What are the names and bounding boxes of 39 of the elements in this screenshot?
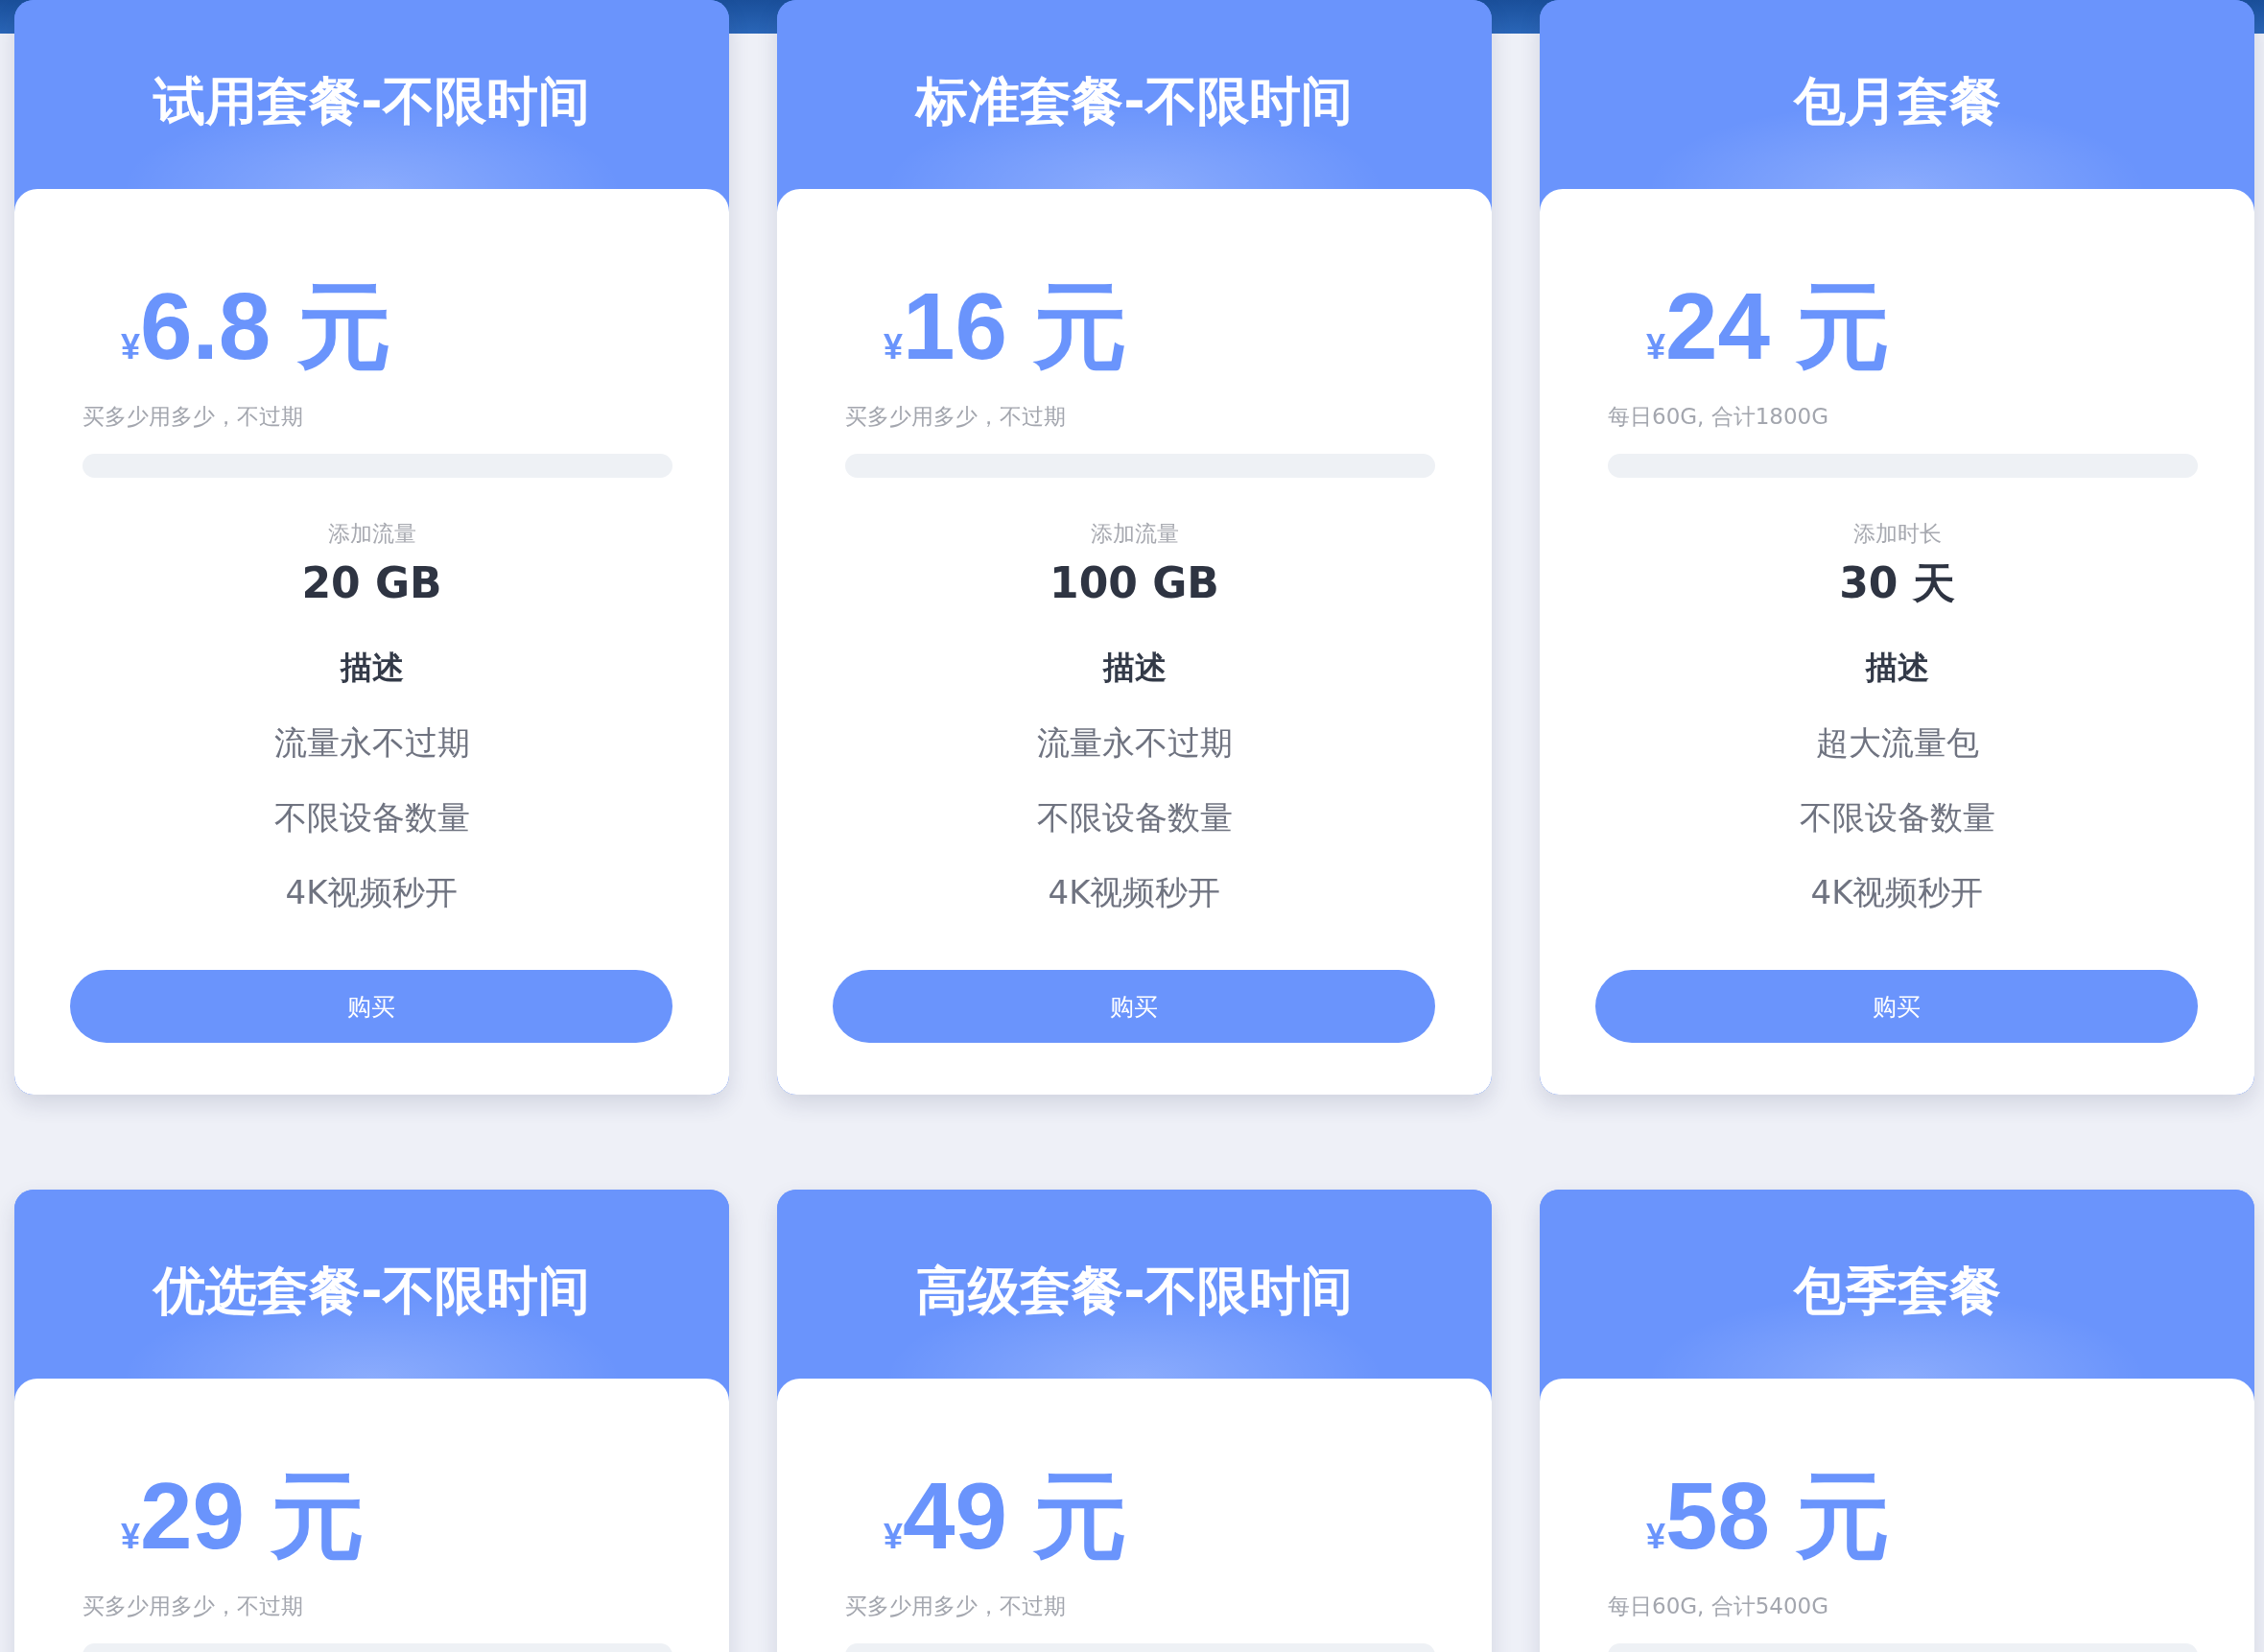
plan-title: 包季套餐 xyxy=(1793,1260,2001,1323)
plan-title: 包月套餐 xyxy=(1793,70,2001,133)
feature-text: 4K视频秒开 xyxy=(1810,872,1984,913)
plan-title: 高级套餐-不限时间 xyxy=(916,1260,1353,1323)
quota-value: 20 GB xyxy=(301,557,442,609)
description-heading: 描述 xyxy=(1865,648,1929,688)
plan-note: 买多少用多少，不过期 xyxy=(845,403,1066,431)
quota-label: 添加流量 xyxy=(1090,520,1179,548)
plan-note: 买多少用多少，不过期 xyxy=(83,1593,303,1620)
plan-title: 试用套餐-不限时间 xyxy=(153,70,590,133)
plan-title: 标准套餐-不限时间 xyxy=(916,70,1353,133)
feature-text: 不限设备数量 xyxy=(1036,797,1233,838)
quota-value: 100 GB xyxy=(1049,557,1219,609)
plan-note: 每日60G, 合计5400G xyxy=(1608,1593,1829,1620)
quota-label: 添加时长 xyxy=(1852,520,1942,548)
plan-note: 每日60G, 合计1800G xyxy=(1608,403,1829,431)
plan-note: 买多少用多少，不过期 xyxy=(83,403,303,431)
feature-text: 4K视频秒开 xyxy=(285,872,459,913)
price-text: ¥49 元 xyxy=(884,1468,1128,1570)
description-heading: 描述 xyxy=(1102,648,1167,688)
quota-value: 30 天 xyxy=(1839,557,1955,609)
buy-button[interactable]: 购买 xyxy=(833,970,1435,1043)
buy-button[interactable]: 购买 xyxy=(1595,970,2198,1043)
plan-note: 买多少用多少，不过期 xyxy=(845,1593,1066,1620)
price-text: ¥24 元 xyxy=(1646,278,1891,381)
quota-label: 添加流量 xyxy=(327,520,416,548)
feature-text: 流量永不过期 xyxy=(273,722,470,764)
buy-button[interactable]: 购买 xyxy=(70,970,672,1043)
description-heading: 描述 xyxy=(340,648,404,688)
price-text: ¥29 元 xyxy=(121,1468,366,1570)
feature-text: 流量永不过期 xyxy=(1036,722,1233,764)
price-text: ¥6.8 元 xyxy=(121,278,391,381)
plan-title: 优选套餐-不限时间 xyxy=(153,1260,590,1323)
feature-text: 4K视频秒开 xyxy=(1048,872,1221,913)
price-text: ¥58 元 xyxy=(1646,1468,1891,1570)
price-text: ¥16 元 xyxy=(884,278,1128,381)
feature-text: 不限设备数量 xyxy=(1799,797,1995,838)
feature-text: 不限设备数量 xyxy=(273,797,470,838)
feature-text: 超大流量包 xyxy=(1815,722,1979,764)
